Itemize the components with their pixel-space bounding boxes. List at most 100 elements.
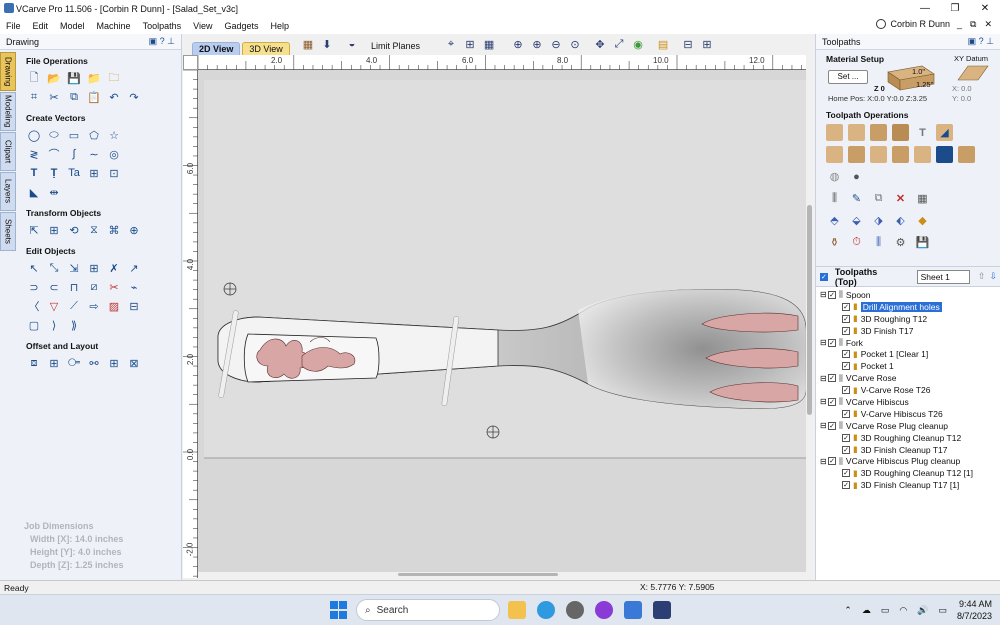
volume-icon[interactable]: 🔊 — [917, 605, 928, 616]
3d-profile-icon[interactable]: ● — [848, 168, 865, 185]
new-file-icon[interactable]: 🗋 — [26, 70, 42, 86]
doc-restore-icon[interactable]: ⧉ — [970, 19, 976, 30]
inlay-toolpath-icon[interactable] — [892, 124, 909, 141]
smooth-icon[interactable]: ↗ — [126, 260, 142, 276]
toolpath-item[interactable]: ✓ ▮ V-Carve Hibiscus T26 — [820, 408, 1000, 420]
xy-datum-icon[interactable] — [954, 64, 990, 82]
taskbar-search[interactable]: ⌕ Search — [356, 599, 500, 621]
limit-planes-icon[interactable]: ◒ — [344, 38, 360, 54]
circular-array-icon[interactable]: ⊠ — [126, 355, 142, 371]
intersect-icon[interactable]: ⊓ — [66, 279, 82, 295]
drill-hole-top[interactable] — [223, 282, 237, 296]
texture-toolpath-icon[interactable] — [870, 146, 887, 163]
clock[interactable]: 9:44 AM 8/7/2023 — [957, 598, 992, 622]
edge-icon[interactable] — [537, 601, 555, 619]
toolpath-item[interactable]: ✓ ▮ Pocket 1 [Clear 1] — [820, 348, 1000, 360]
measure-icon[interactable]: ⇹ — [46, 184, 62, 200]
import-bitmap-icon[interactable]: 🗀 — [106, 70, 122, 86]
toolpath-checkbox[interactable]: ✓ — [842, 302, 850, 311]
text-arc-icon[interactable]: Ta — [66, 165, 82, 181]
toolpath-group[interactable]: ⊟ ✓ ⫼ VCarve Hibiscus — [820, 396, 1000, 408]
tab-clipart[interactable]: Clipart — [0, 132, 16, 171]
edit-toolpath-icon[interactable]: ✎ — [848, 190, 865, 207]
limit-planes-dropdown[interactable]: Limit Planes — [371, 41, 420, 51]
transform-mode-icon[interactable]: ⊞ — [86, 260, 102, 276]
material-icon[interactable]: ▦ — [300, 38, 316, 54]
trace-icon[interactable]: ⊡ — [106, 165, 122, 181]
toolpath-item[interactable]: ✓ ▮ Pocket 1 — [820, 360, 1000, 372]
close-button[interactable]: ✕ — [970, 0, 1000, 17]
toolpath-list-icon[interactable]: ⫼ — [826, 190, 843, 207]
tab-modeling[interactable]: Modeling — [0, 92, 16, 131]
tool-database-icon[interactable]: ⚱ — [826, 234, 843, 251]
time-estimate-icon[interactable]: ⏱ — [848, 234, 865, 251]
zoom-out-icon[interactable]: ⊖ — [548, 38, 564, 54]
rectangle-icon[interactable]: ▭ — [66, 127, 82, 143]
tile-view-icon[interactable]: ⊞ — [699, 38, 715, 54]
toolpath-group[interactable]: ⊟ ✓ ⫼ Spoon — [820, 289, 1000, 301]
menu-machine[interactable]: Machine — [91, 21, 137, 31]
menu-view[interactable]: View — [187, 21, 218, 31]
menu-help[interactable]: Help — [265, 21, 296, 31]
toolpath-checkbox[interactable]: ✓ — [842, 386, 850, 395]
start-button[interactable] — [330, 601, 348, 619]
decal-toolpath-icon[interactable] — [914, 146, 931, 163]
spiral-icon[interactable]: ◎ — [106, 146, 122, 162]
toolpath-group[interactable]: ⊟ ✓ ⫼ VCarve Hibiscus Plug cleanup — [820, 455, 1000, 467]
job-size-icon[interactable]: ⌗ — [26, 89, 42, 105]
arrow-icon[interactable]: ⇨ — [86, 298, 102, 314]
node-edit-icon[interactable]: ⤡ — [46, 260, 62, 276]
undo-icon[interactable]: ↶ — [106, 89, 122, 105]
delete-toolpath-icon[interactable]: ✕ — [892, 190, 909, 207]
toolpath-item[interactable]: ✓ ▮ 3D Finish T17 — [820, 325, 1000, 337]
group-checkbox[interactable]: ✓ — [828, 290, 836, 299]
menu-edit[interactable]: Edit — [27, 21, 55, 31]
tab-drawing[interactable]: Drawing — [0, 52, 16, 91]
vertical-scrollbar[interactable] — [806, 55, 814, 576]
split-view-icon[interactable]: ⊟ — [680, 38, 696, 54]
toolpath-checkbox[interactable]: ✓ — [842, 326, 850, 335]
quick-engrave-icon[interactable] — [892, 146, 909, 163]
dimension-icon[interactable]: ⊞ — [86, 165, 102, 181]
import-icon[interactable]: 📁 — [86, 70, 102, 86]
copy-icon[interactable]: ⧉ — [66, 89, 82, 105]
redo-icon[interactable]: ↷ — [126, 89, 142, 105]
preview-selected-icon[interactable]: ⬗ — [870, 212, 887, 229]
close-vectors-icon[interactable]: ⌁ — [126, 279, 142, 295]
toolpath-item[interactable]: ✓ ▮ 3D Finish Cleanup T17 — [820, 444, 1000, 456]
doc-minimize-icon[interactable]: _ — [957, 19, 962, 30]
bracket-icon[interactable]: ⟫ — [66, 317, 82, 333]
layers-icon[interactable]: ▤ — [655, 38, 671, 54]
arc-icon[interactable]: ⌒ — [46, 146, 62, 162]
interactive-transform-icon[interactable]: ⇲ — [66, 260, 82, 276]
offset-icon[interactable]: ▢ — [26, 317, 42, 333]
maximize-button[interactable]: ❐ — [940, 0, 970, 17]
bitmap-trace-icon[interactable]: ▨ — [106, 298, 122, 314]
zoom-in-icon[interactable]: ⊕ — [529, 38, 545, 54]
array-icon[interactable]: ⊟ — [126, 298, 142, 314]
line-icon[interactable]: ⟋ — [66, 298, 82, 314]
scissors-icon[interactable]: ✂ — [106, 279, 122, 295]
toolpath-list-checkbox[interactable]: ✓ — [820, 272, 828, 281]
collapse-icon[interactable]: ⊟ — [820, 457, 828, 466]
preview-all-icon[interactable]: ⬙ — [848, 212, 865, 229]
distort-icon[interactable]: ⌘ — [106, 222, 122, 238]
fluting-toolpath-icon[interactable] — [826, 146, 843, 163]
drill-hole-bottom[interactable] — [486, 425, 500, 439]
3d-finish-icon[interactable]: ◍ — [826, 168, 843, 185]
display-icon[interactable]: ▭ — [881, 605, 890, 616]
horizontal-scrollbar[interactable] — [198, 572, 806, 578]
chamfer-toolpath-icon[interactable] — [936, 146, 953, 163]
grid-icon[interactable]: ▦ — [481, 38, 497, 54]
gcode-icon[interactable]: ⚙ — [892, 234, 909, 251]
extend-icon[interactable]: ⟩ — [46, 317, 62, 333]
align-icon[interactable]: ⊕ — [126, 222, 142, 238]
angle-icon[interactable]: 〈 — [26, 298, 42, 314]
grid-snap-icon[interactable]: ⊞ — [462, 38, 478, 54]
3d-roughing-icon[interactable] — [958, 146, 975, 163]
menu-model[interactable]: Model — [54, 21, 91, 31]
toolpath-checkbox[interactable]: ✓ — [842, 433, 850, 442]
doc-close-icon[interactable]: ✕ — [984, 19, 992, 30]
wave-icon[interactable]: ∼ — [86, 146, 102, 162]
collapse-icon[interactable]: ⊟ — [820, 374, 828, 383]
